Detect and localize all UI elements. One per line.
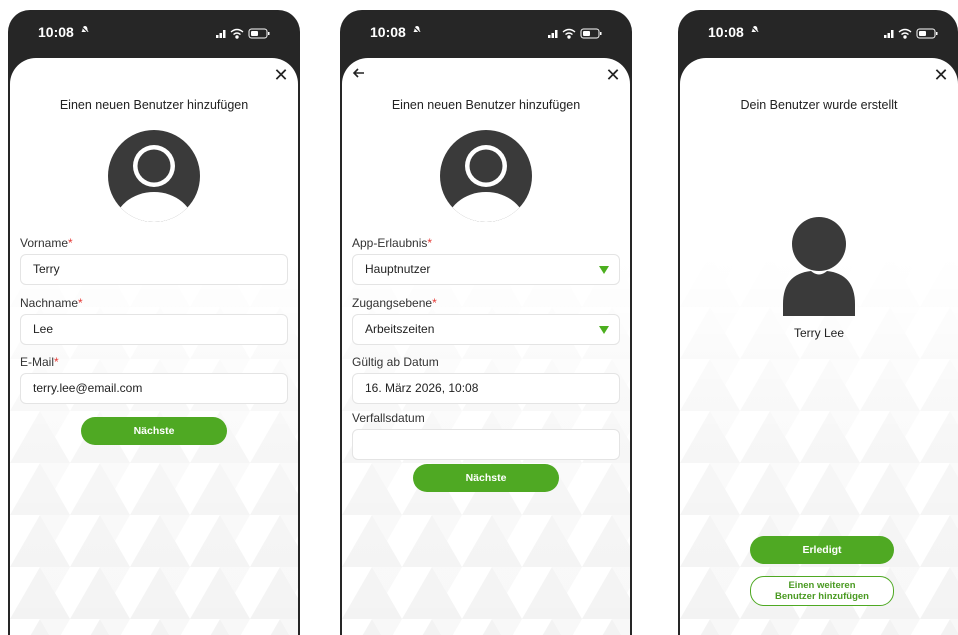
close-button[interactable]: ✕ bbox=[932, 66, 950, 84]
cellular-signal-icon bbox=[216, 30, 226, 38]
access-level-label: Zugangsebene* bbox=[352, 296, 437, 310]
battery-icon bbox=[248, 28, 270, 39]
status-icons bbox=[884, 28, 938, 39]
page-title: Einen neuen Benutzer hinzufügen bbox=[391, 98, 581, 112]
modal-sheet: ✕ Einen neuen Benutzer hinzufügen Vornam… bbox=[10, 58, 298, 635]
email-field[interactable]: terry.lee@email.com bbox=[20, 373, 288, 404]
add-another-line-1: Einen weiteren bbox=[788, 580, 856, 591]
user-avatar-icon bbox=[783, 216, 855, 316]
page-title: Dein Benutzer wurde erstellt bbox=[740, 98, 898, 112]
dropdown-arrow-icon bbox=[599, 326, 609, 334]
battery-icon bbox=[580, 28, 602, 39]
modal-sheet: ✕ Dein Benutzer wurde erstellt Terry Lee… bbox=[680, 58, 958, 635]
bell-slash-icon bbox=[80, 25, 90, 35]
battery-icon bbox=[916, 28, 938, 39]
wifi-icon bbox=[898, 28, 912, 39]
app-permission-label: App-Erlaubnis* bbox=[352, 236, 433, 250]
expiry-date-field[interactable] bbox=[352, 429, 620, 460]
access-level-value: Arbeitszeiten bbox=[365, 322, 435, 336]
cellular-signal-icon bbox=[548, 30, 558, 38]
last-name-label: Nachname* bbox=[20, 296, 83, 310]
user-avatar-icon bbox=[108, 130, 200, 222]
close-button[interactable]: ✕ bbox=[604, 66, 622, 84]
user-name: Terry Lee bbox=[793, 326, 845, 340]
cellular-signal-icon bbox=[884, 30, 894, 38]
app-permission-value: Hauptnutzer bbox=[365, 262, 431, 276]
email-label: E-Mail* bbox=[20, 355, 59, 369]
next-button[interactable]: Nächste bbox=[81, 417, 227, 445]
bell-slash-icon bbox=[750, 25, 760, 35]
wifi-icon bbox=[562, 28, 576, 39]
back-button[interactable] bbox=[350, 66, 368, 84]
status-icons bbox=[548, 28, 602, 39]
status-icons bbox=[216, 28, 270, 39]
status-time: 10:08 bbox=[370, 24, 406, 40]
bell-slash-icon bbox=[412, 25, 422, 35]
valid-from-label: Gültig ab Datum bbox=[352, 355, 439, 369]
last-name-field[interactable]: Lee bbox=[20, 314, 288, 345]
first-name-field[interactable]: Terry bbox=[20, 254, 288, 285]
phone-screen-2: 10:08 ✕ Einen neuen Benutzer hinzufügen … bbox=[340, 10, 632, 635]
valid-from-field[interactable]: 16. März 2026, 10:08 bbox=[352, 373, 620, 404]
status-bar: 10:08 bbox=[8, 10, 300, 56]
status-time: 10:08 bbox=[708, 24, 744, 40]
status-bar: 10:08 bbox=[678, 10, 958, 56]
done-button[interactable]: Erledigt bbox=[750, 536, 894, 564]
arrow-left-icon bbox=[352, 68, 364, 78]
background-pattern bbox=[10, 255, 298, 635]
close-button[interactable]: ✕ bbox=[272, 66, 290, 84]
first-name-label: Vorname* bbox=[20, 236, 73, 250]
add-another-user-button[interactable]: Einen weiteren Benutzer hinzufügen bbox=[750, 576, 894, 606]
next-button[interactable]: Nächste bbox=[413, 464, 559, 492]
dropdown-arrow-icon bbox=[599, 266, 609, 274]
app-permission-select[interactable]: Hauptnutzer bbox=[352, 254, 620, 285]
modal-sheet: ✕ Einen neuen Benutzer hinzufügen App-Er… bbox=[342, 58, 630, 635]
expiry-date-label: Verfallsdatum bbox=[352, 411, 425, 425]
phone-screen-1: 10:08 ✕ Einen neuen Benutzer hinzufügen … bbox=[8, 10, 300, 635]
wifi-icon bbox=[230, 28, 244, 39]
phone-screen-3: 10:08 ✕ Dein Benutzer wurde erstellt Ter… bbox=[678, 10, 958, 635]
status-bar: 10:08 bbox=[340, 10, 632, 56]
status-time: 10:08 bbox=[38, 24, 74, 40]
add-another-line-2: Benutzer hinzufügen bbox=[775, 591, 869, 602]
user-avatar-icon bbox=[440, 130, 532, 222]
page-title: Einen neuen Benutzer hinzufügen bbox=[59, 98, 249, 112]
access-level-select[interactable]: Arbeitszeiten bbox=[352, 314, 620, 345]
